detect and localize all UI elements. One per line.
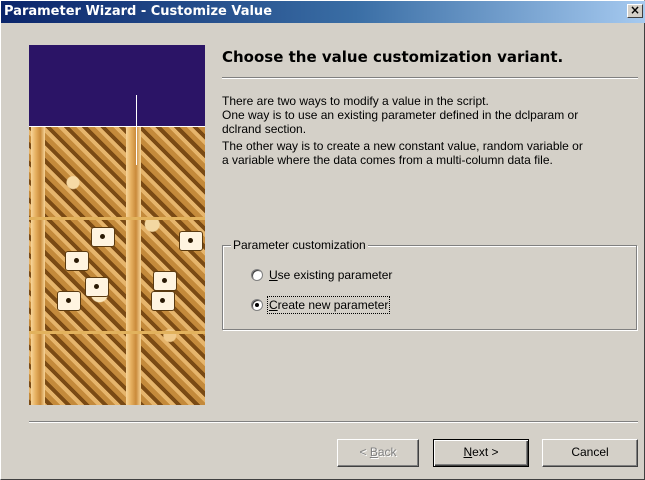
- description-line: a variable where the data comes from a m…: [222, 153, 553, 167]
- heading-separator: [222, 77, 638, 79]
- dice-icon: [65, 251, 89, 271]
- page-heading: Choose the value customization variant.: [222, 48, 564, 66]
- back-button[interactable]: < Back: [337, 439, 419, 467]
- radio-button[interactable]: [251, 269, 263, 281]
- radio-label: Create new parameter: [266, 296, 391, 314]
- description-line: There are two ways to modify a value in …: [222, 94, 489, 108]
- dice-icon: [57, 291, 81, 311]
- radio-mnemonic: U: [269, 268, 278, 282]
- dice-icon: [179, 231, 203, 251]
- description-line: dclrand section.: [222, 122, 307, 136]
- side-image-crosshair-h: [29, 126, 205, 127]
- parameter-customization-group: Parameter customization Use existing par…: [222, 238, 637, 330]
- side-image-pillar-left: [31, 127, 45, 405]
- radio-label-rest: reate new parameter: [277, 298, 389, 312]
- side-image-crosshair-v: [136, 95, 137, 165]
- next-button-rest: ext >: [472, 445, 499, 459]
- radio-use-existing-parameter[interactable]: Use existing parameter: [251, 267, 392, 283]
- side-image-band: [29, 217, 205, 220]
- radio-label: Use existing parameter: [269, 268, 392, 282]
- window-title: Parameter Wizard - Customize Value: [4, 4, 273, 19]
- title-bar[interactable]: Parameter Wizard - Customize Value ×: [1, 1, 645, 23]
- cancel-button[interactable]: Cancel: [542, 439, 638, 467]
- next-button-mnemonic: N: [463, 445, 473, 459]
- radio-label-rest: se existing parameter: [277, 268, 393, 282]
- dice-icon: [151, 291, 175, 311]
- side-image-pillar-right: [126, 127, 141, 405]
- description-line: The other way is to create a new constan…: [222, 139, 583, 153]
- side-image-band: [29, 331, 205, 334]
- back-button-rest: ack: [377, 445, 397, 459]
- wizard-window: Parameter Wizard - Customize Value × Cho…: [0, 0, 645, 480]
- group-legend: Parameter customization: [231, 238, 368, 252]
- wizard-side-image: [29, 45, 205, 405]
- radio-create-new-parameter[interactable]: Create new parameter: [251, 296, 391, 314]
- footer-separator: [29, 421, 638, 423]
- next-button[interactable]: Next >: [433, 439, 529, 467]
- side-image-top-band: [29, 45, 205, 127]
- close-button[interactable]: ×: [627, 4, 643, 18]
- dice-icon: [91, 227, 115, 247]
- close-icon: ×: [629, 3, 641, 17]
- side-image-texture: [29, 127, 205, 405]
- description-line: One way is to use an existing parameter …: [222, 108, 579, 122]
- radio-mnemonic: C: [269, 298, 278, 312]
- radio-button-checked[interactable]: [251, 299, 263, 311]
- cancel-button-label: Cancel: [571, 445, 609, 459]
- back-button-mnemonic: B: [369, 445, 378, 459]
- dice-icon: [153, 271, 177, 291]
- back-button-prefix: <: [359, 445, 370, 459]
- dice-icon: [85, 277, 109, 297]
